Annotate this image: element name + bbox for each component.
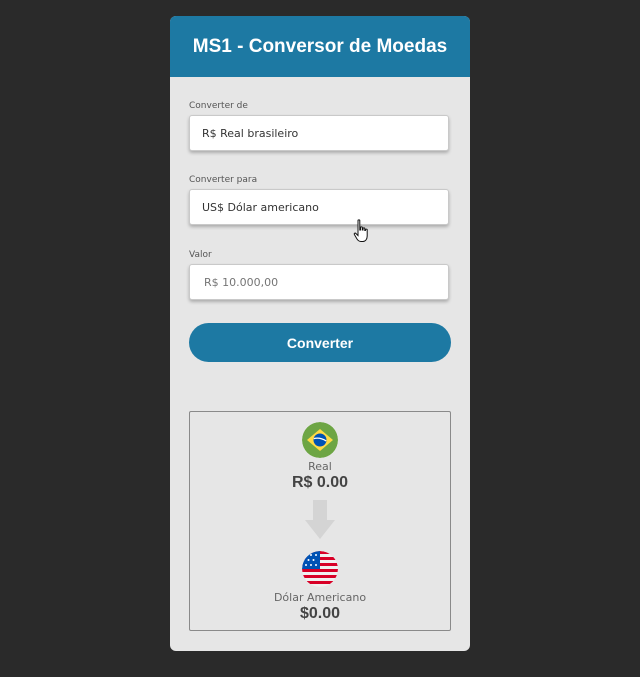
header: MS1 - Conversor de Moedas xyxy=(170,16,470,77)
arrow-down-icon xyxy=(305,500,335,539)
usa-flag-icon xyxy=(302,551,338,587)
amount-field-wrapper xyxy=(189,264,449,300)
amount-label: Valor xyxy=(189,250,212,260)
source-currency-value: R$ 0.00 xyxy=(291,474,349,491)
target-currency-name: Dólar Americano xyxy=(273,591,367,604)
to-label: Converter para xyxy=(189,175,258,185)
target-currency-value: $0.00 xyxy=(299,605,341,622)
brazil-flag-icon xyxy=(302,422,338,458)
page-title: MS1 - Conversor de Moedas xyxy=(192,35,448,57)
amount-input[interactable] xyxy=(202,274,436,290)
to-currency-select[interactable]: US$ Dólar americano xyxy=(189,189,449,225)
result-panel: Real R$ 0.00 Dólar Americano $0.00 xyxy=(189,411,451,631)
source-currency-name: Real xyxy=(308,460,332,473)
from-currency-value: R$ Real brasileiro xyxy=(202,126,299,140)
from-label: Converter de xyxy=(189,101,248,111)
converter-card: MS1 - Conversor de Moedas Converter de R… xyxy=(170,16,470,651)
from-currency-select[interactable]: R$ Real brasileiro xyxy=(189,115,449,151)
hand-cursor-icon xyxy=(353,219,368,242)
convert-button[interactable]: Converter xyxy=(189,323,451,362)
to-currency-value: US$ Dólar americano xyxy=(202,200,319,214)
